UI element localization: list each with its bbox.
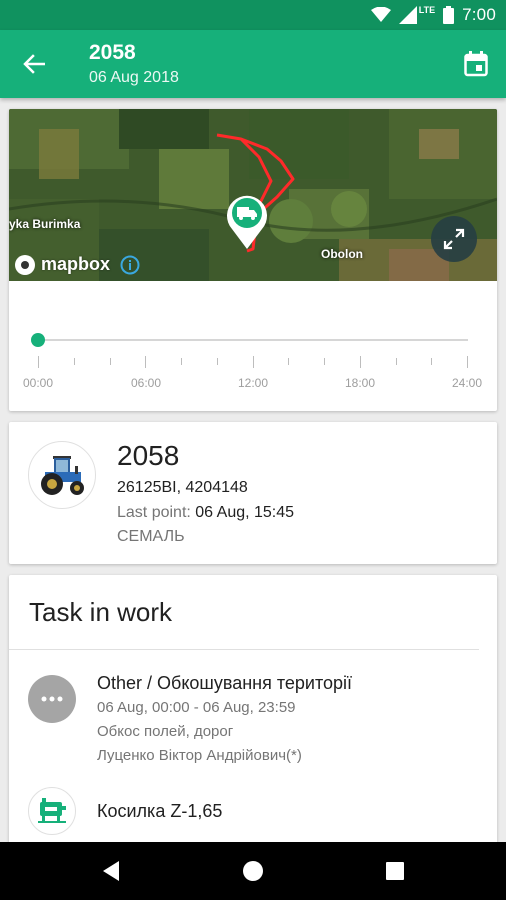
fullscreen-button[interactable] bbox=[431, 216, 477, 262]
time-label: 18:00 bbox=[344, 376, 376, 390]
time-slider-tick bbox=[216, 358, 218, 365]
map-view[interactable]: yka Burimka Obolon mapbox bbox=[9, 109, 497, 281]
circle-home-icon bbox=[243, 861, 263, 881]
time-slider-tick bbox=[145, 356, 147, 368]
vehicle-marker[interactable] bbox=[225, 193, 269, 254]
time-slider-tick bbox=[109, 358, 111, 365]
calendar-button[interactable] bbox=[460, 48, 492, 80]
nav-back-button[interactable] bbox=[96, 856, 126, 886]
map-card: yka Burimka Obolon mapbox 00:00 06:00 12… bbox=[9, 109, 497, 411]
time-slider-tick bbox=[395, 358, 397, 365]
calendar-icon bbox=[464, 51, 488, 77]
time-slider-tick bbox=[359, 356, 361, 368]
equipment-avatar bbox=[28, 787, 76, 835]
task-title[interactable]: Other / Обкошування території bbox=[97, 673, 352, 694]
vehicle-name: 2058 bbox=[117, 440, 180, 471]
tractor-icon bbox=[41, 456, 84, 495]
time-slider-track[interactable] bbox=[38, 339, 468, 341]
clock: 7:00 bbox=[462, 5, 496, 24]
time-slider-tick bbox=[181, 358, 182, 365]
back-button[interactable] bbox=[18, 48, 50, 80]
task-type-avatar bbox=[28, 675, 76, 723]
last-point-value: 06 Aug, 15:45 bbox=[195, 504, 295, 521]
page-subtitle: 06 Aug 2018 bbox=[89, 69, 179, 86]
app-bar: 2058 06 Aug 2018 bbox=[0, 30, 506, 98]
network-type: LTE bbox=[418, 5, 436, 15]
triangle-back-icon bbox=[103, 861, 119, 881]
time-label: 24:00 bbox=[451, 376, 483, 390]
vehicle-avatar bbox=[28, 441, 96, 509]
battery-icon bbox=[443, 6, 455, 24]
task-heading: Task in work bbox=[29, 597, 173, 627]
arrow-back-icon bbox=[23, 54, 45, 74]
time-slider-tick bbox=[288, 358, 290, 365]
divider bbox=[9, 649, 479, 650]
time-label: 12:00 bbox=[237, 376, 269, 390]
task-person: Луценко Віктор Андрійович(*) bbox=[97, 747, 302, 764]
time-slider-tick bbox=[252, 356, 254, 368]
nav-home-button[interactable] bbox=[238, 856, 268, 886]
vehicle-organization: СЕМАЛЬ bbox=[117, 528, 185, 545]
signal-icon bbox=[398, 6, 417, 24]
time-label: 06:00 bbox=[130, 376, 162, 390]
equipment-name[interactable]: Косилка Z-1,65 bbox=[97, 801, 222, 822]
system-nav-bar bbox=[0, 842, 506, 900]
map-place-label-left: yka Burimka bbox=[9, 217, 81, 231]
time-slider-tick bbox=[467, 356, 468, 368]
time-slider-tick bbox=[324, 358, 325, 365]
time-label: 00:00 bbox=[22, 376, 54, 390]
task-period: 06 Aug, 00:00 - 06 Aug, 23:59 bbox=[97, 699, 296, 716]
time-slider-tick bbox=[431, 358, 433, 365]
more-horizontal-icon bbox=[41, 696, 63, 702]
vehicle-card[interactable]: 2058 26125ВІ, 4204148 Last point: 06 Aug… bbox=[9, 422, 497, 564]
info-icon[interactable] bbox=[120, 255, 140, 275]
time-slider[interactable]: 00:00 06:00 12:00 18:00 24:00 bbox=[9, 281, 497, 411]
mower-icon bbox=[38, 798, 66, 823]
last-point: Last point: 06 Aug, 15:45 bbox=[117, 504, 294, 522]
map-place-label-right: Obolon bbox=[321, 247, 363, 261]
vehicle-plate: 26125ВІ, 4204148 bbox=[117, 479, 248, 496]
task-card: Task in work Other / Обкошування територ… bbox=[9, 575, 497, 855]
task-description: Обкос полей, дорог bbox=[97, 723, 234, 740]
wifi-icon bbox=[370, 7, 391, 22]
status-bar: LTE 7:00 bbox=[0, 0, 506, 30]
time-slider-tick bbox=[38, 356, 39, 368]
mapbox-logo: mapbox bbox=[15, 254, 140, 275]
time-slider-handle[interactable] bbox=[31, 333, 45, 347]
last-point-label: Last point: bbox=[117, 504, 191, 521]
expand-icon bbox=[443, 228, 465, 250]
time-slider-tick bbox=[73, 358, 75, 365]
page-title: 2058 bbox=[89, 41, 136, 64]
nav-recents-button[interactable] bbox=[380, 856, 410, 886]
square-recents-icon bbox=[386, 862, 404, 880]
truck-pin-icon bbox=[227, 195, 267, 249]
